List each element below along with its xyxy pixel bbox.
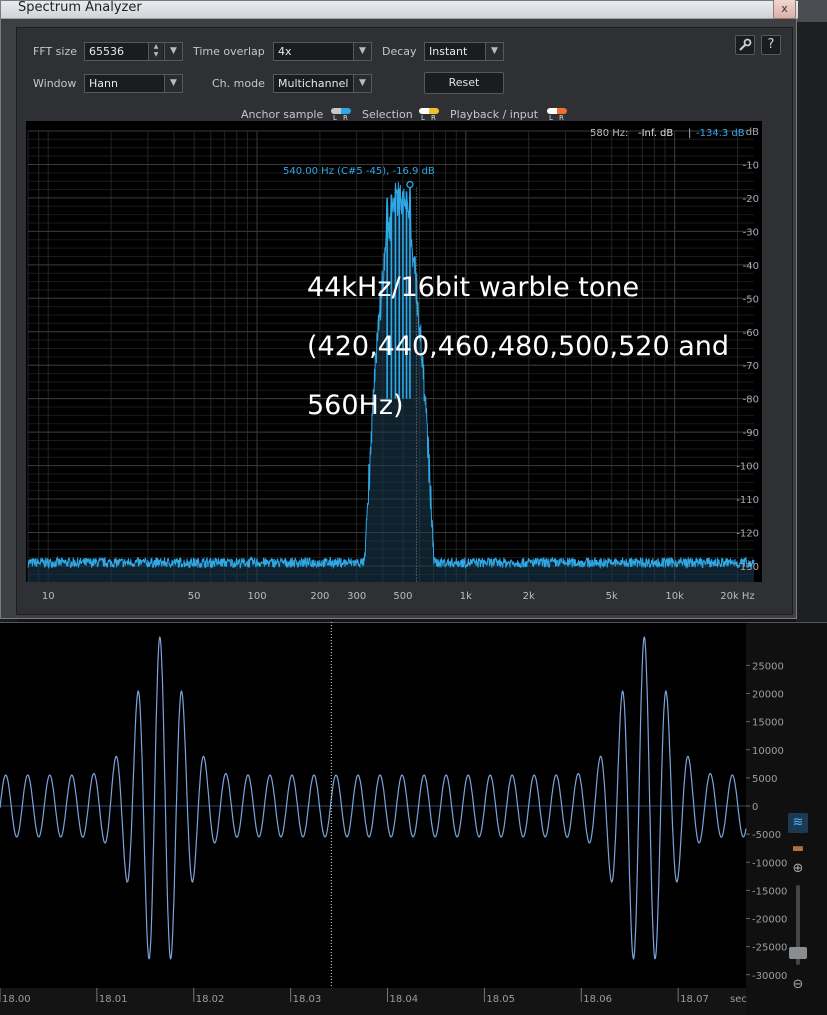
waveform-tool-strip: ≋ ▬ ⊕ ⊖ [787,805,809,1010]
annotation-line-2: (420,440,460,480,500,520 and [307,331,730,362]
annotation-text: 44kHz/16bit warble tone (420,440,460,480… [307,258,777,435]
readout-separator: | [688,128,691,139]
playback-lr-icon[interactable]: L R [547,108,567,122]
zoom-out-icon[interactable]: ⊖ [788,975,808,995]
y-tick-label: -30000 [752,971,787,982]
anchor-sample-lr-icon[interactable]: L R [331,108,351,122]
help-button[interactable]: ? [761,35,781,55]
x-tick-label: 18.00 [2,994,31,1005]
x-tick-label: 50 [188,591,201,602]
x-tick-label: 1k [460,591,472,602]
window-title: Spectrum Analyzer [18,0,142,15]
close-button[interactable]: x [773,0,796,19]
window-select[interactable]: Hann ▼ [84,74,183,93]
decay-select[interactable]: Instant ▼ [424,42,504,61]
waveform-background [0,622,746,988]
x-unit-label: sec [730,994,747,1005]
x-tick-label: 18.05 [486,994,515,1005]
fft-size-label: FFT size [33,45,78,58]
background-side-panel [796,22,827,622]
y-tick-label: -10 [743,160,759,171]
x-tick-label: 200 [310,591,329,602]
y-tick-label: 15000 [752,718,784,729]
y-tick-label: 5000 [752,774,777,785]
cursor-right-db-readout: -134.3 dB [696,128,745,139]
x-tick-label: 100 [247,591,266,602]
x-tick-label: 18.06 [583,994,612,1005]
x-tick-label: 5k [606,591,618,602]
zoom-in-icon[interactable]: ⊕ [788,859,808,879]
x-tick-label: 10k [665,591,684,602]
spectral-view-icon[interactable]: ▬ [788,839,808,859]
cursor-left-db-readout: -Inf. dB [638,128,673,139]
wrench-icon[interactable] [735,35,755,55]
ch-mode-value: Multichannel [278,77,349,90]
window-label: Window [33,77,77,90]
selection-lr-icon[interactable]: L R [419,108,439,122]
x-tick-label: 500 [393,591,412,602]
x-tick-label: 18.04 [390,994,419,1005]
y-tick-label: -15000 [752,886,787,897]
x-tick-label: 18.03 [293,994,322,1005]
fft-size-value: 65536 [89,45,124,58]
chevron-down-icon[interactable]: ▼ [164,75,182,92]
y-tick-label: 20000 [752,690,784,701]
annotation-line-1: 44kHz/16bit warble tone [307,272,640,303]
waveform-view-icon[interactable]: ≋ [788,813,808,833]
y-tick-label: -5000 [752,830,781,841]
y-tick-label: 0 [752,802,758,813]
playback-label: Playback / input [450,108,539,121]
chevron-down-icon[interactable]: ▼ [353,43,371,60]
reset-button[interactable]: Reset [424,72,504,94]
y-tick-label: -110 [736,495,759,506]
window-value: Hann [89,77,118,90]
chevron-down-icon[interactable]: ▼ [485,43,503,60]
y-tick-label: -25000 [752,943,787,954]
x-tick-label: 300 [347,591,366,602]
y-tick-label: dB [746,127,759,138]
vertical-zoom-thumb[interactable] [789,947,807,959]
ch-mode-label: Ch. mode [212,77,265,90]
y-tick-label: -20 [743,194,759,205]
chevron-down-icon[interactable]: ▼ [164,43,182,60]
y-tick-label: -10000 [752,858,787,869]
fft-size-combo[interactable]: 65536 ▲ ▼ ▼ [84,42,183,61]
x-tick-label: 18.02 [196,994,225,1005]
time-overlap-select[interactable]: 4x ▼ [273,42,372,61]
y-tick-label: -130 [736,562,759,573]
x-tick-label: 18.07 [680,994,709,1005]
x-tick-label: 10 [42,591,55,602]
anchor-sample-label: Anchor sample [241,108,324,121]
decay-label: Decay [382,45,417,58]
annotation-line-3: 560Hz) [307,390,404,421]
y-tick-label: 25000 [752,661,784,672]
title-bar[interactable]: Spectrum Analyzer x [1,0,798,19]
y-tick-label: -30 [743,227,759,238]
selection-label: Selection [362,108,413,121]
x-tick-label: 18.01 [99,994,128,1005]
y-tick-label: -20000 [752,915,787,926]
y-tick-label: 10000 [752,746,784,757]
decay-value: Instant [429,45,468,58]
y-tick-label: -100 [736,462,759,473]
peak-readout: 540.00 Hz (C#5 -45), -16.9 dB [283,166,435,177]
y-tick-label: -120 [736,529,759,540]
waveform-view[interactable]: 25000 20000 15000 10000 5000 0 -5000 -10000 -150… [0,622,827,1015]
cursor-freq-readout: 580 Hz: [590,128,628,139]
x-tick-label: 20k Hz [720,591,754,602]
time-overlap-value: 4x [278,45,292,58]
x-tick-label: 2k [523,591,535,602]
ch-mode-select[interactable]: Multichannel ▼ [273,74,372,93]
chevron-down-icon[interactable]: ▼ [353,75,371,92]
time-overlap-label: Time overlap [193,45,265,58]
fft-size-spinner[interactable]: ▲ ▼ [148,43,163,60]
